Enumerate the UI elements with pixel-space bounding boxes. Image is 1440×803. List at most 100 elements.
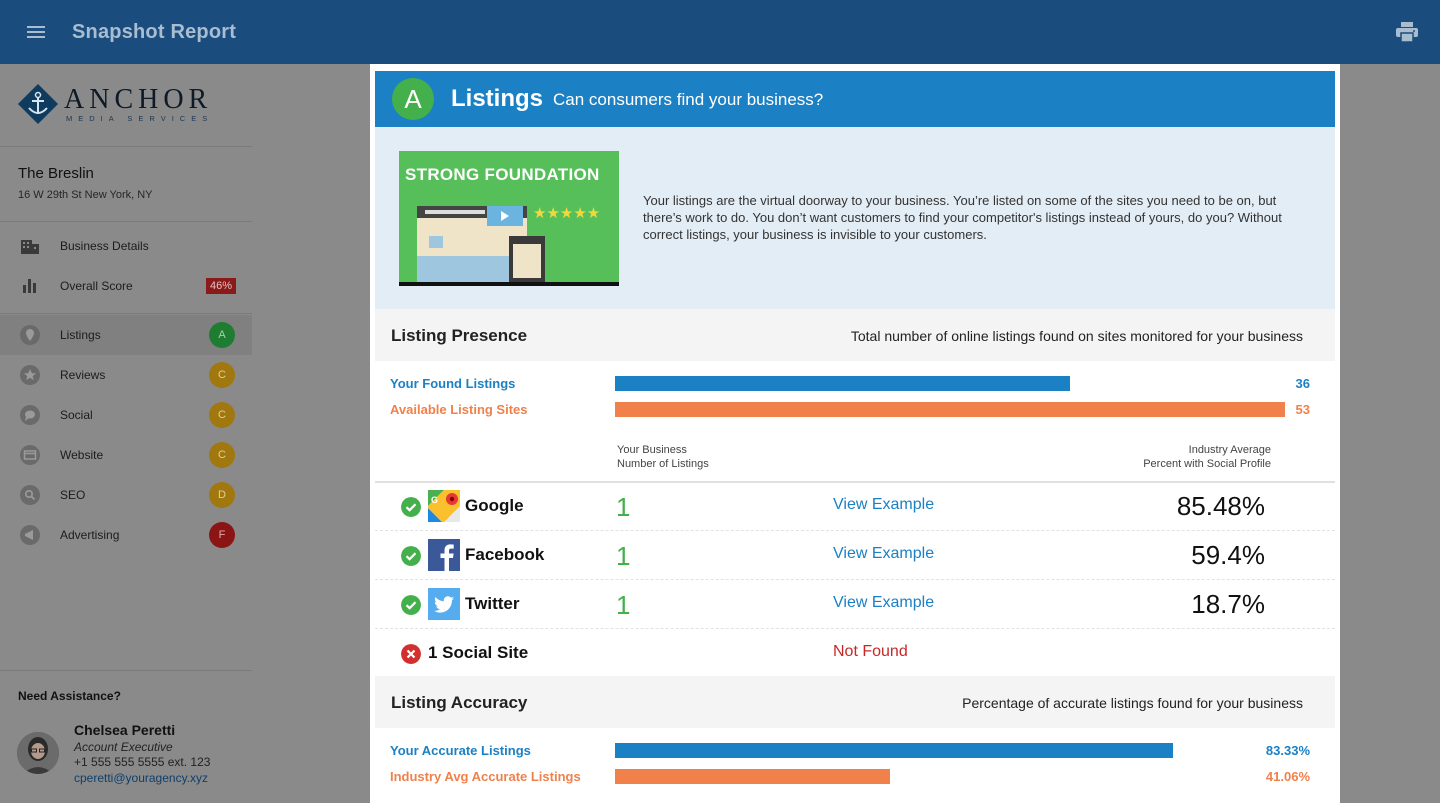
- map-pin-icon: [20, 325, 40, 345]
- section-title: Listing Presence: [391, 326, 528, 345]
- card-title: Listings: [451, 85, 544, 112]
- print-icon: [1396, 22, 1418, 43]
- found-listings-bar-fill: [615, 376, 1071, 391]
- found-listings-bar: [615, 376, 1285, 391]
- site-name: Google: [465, 496, 524, 515]
- view-example-link[interactable]: View Example: [833, 545, 934, 563]
- check-icon: [401, 546, 421, 566]
- grade-badge: C: [209, 442, 235, 468]
- search-icon: [20, 485, 40, 505]
- business-address: 16 W 29th St New York, NY: [18, 189, 153, 201]
- svg-text:G: G: [431, 495, 438, 505]
- sidebar-item-label: Overall Score: [60, 279, 133, 293]
- column-header-line: Percent with Social Profile: [1143, 458, 1271, 470]
- logo-subtitle: MEDIA SERVICES: [66, 114, 214, 123]
- browser-icon: [20, 445, 40, 465]
- sidebar-item-social[interactable]: Social C: [0, 395, 252, 435]
- industry-accurate-label: Industry Avg Accurate Listings: [390, 769, 581, 784]
- column-header-line: Number of Listings: [617, 458, 709, 470]
- sidebar-item-seo[interactable]: SEO D: [0, 475, 252, 515]
- card-header: A Listings Can consumers find your busin…: [375, 71, 1335, 127]
- column-header-industry: Industry Average Percent with Social Pro…: [1143, 443, 1271, 471]
- sidebar-item-label: Reviews: [60, 368, 106, 382]
- accurate-listings-bar-fill: [615, 743, 1174, 758]
- column-header-line: Industry Average: [1188, 444, 1271, 456]
- grade-badge: C: [209, 402, 235, 428]
- listings-card: A Listings Can consumers find your busin…: [370, 64, 1340, 803]
- available-sites-bar: [615, 402, 1285, 417]
- sidebar-item-website[interactable]: Website C: [0, 435, 252, 475]
- divider: [0, 670, 252, 671]
- industry-percent: 18.7%: [1191, 589, 1265, 619]
- intro-panel: STRONG FOUNDATION ★★★★★ Your listings ar…: [375, 127, 1335, 309]
- section-title: Listing Accuracy: [391, 693, 528, 712]
- section-description: Percentage of accurate listings found fo…: [962, 695, 1303, 711]
- overall-score-badge: 46%: [205, 278, 236, 294]
- sidebar-item-label: Business Details: [60, 239, 149, 253]
- twitter-icon: [428, 588, 460, 620]
- sidebar-item-label: SEO: [60, 488, 86, 502]
- print-button[interactable]: [1396, 22, 1418, 43]
- table-row-google: G Google 1 View Example 85.48%: [375, 482, 1335, 531]
- chat-bubble-icon: [20, 405, 40, 425]
- rep-name: Chelsea Peretti: [74, 722, 176, 738]
- svg-text:★★★★★: ★★★★★: [533, 204, 600, 222]
- sidebar-item-listings[interactable]: Listings A: [0, 315, 252, 355]
- strong-foundation-image: STRONG FOUNDATION ★★★★★: [399, 151, 619, 286]
- grade-badge: A: [209, 322, 235, 348]
- listing-count: 1: [616, 492, 631, 522]
- view-example-link[interactable]: View Example: [833, 496, 934, 514]
- logo-name: ANCHOR: [64, 84, 213, 115]
- column-header-business: Your Business Number of Listings: [617, 443, 709, 471]
- accurate-listings-bar: [615, 743, 1285, 758]
- accurate-listings-label: Your Accurate Listings: [390, 743, 531, 758]
- business-name: The Breslin: [18, 165, 94, 182]
- industry-accurate-bar: [615, 769, 1285, 784]
- site-name: 1 Social Site: [428, 643, 529, 662]
- avatar: [17, 732, 59, 774]
- sidebar-item-label: Advertising: [60, 528, 120, 542]
- available-sites-bar-fill: [615, 402, 1285, 417]
- listing-illustration-icon: ★★★★★: [417, 204, 600, 282]
- industry-percent: 59.4%: [1191, 540, 1265, 570]
- divider: [0, 146, 252, 147]
- found-listings-value: 36: [1295, 376, 1310, 391]
- top-app-bar: Snapshot Report: [0, 0, 1440, 64]
- view-example-link[interactable]: View Example: [833, 594, 934, 612]
- not-found-status: Not Found: [833, 643, 908, 660]
- intro-text: Your listings are the virtual doorway to…: [643, 193, 1282, 242]
- hamburger-icon: [27, 26, 45, 38]
- google-maps-icon: G: [428, 490, 460, 522]
- section-description: Total number of online listings found on…: [850, 328, 1303, 344]
- app-title: Snapshot Report: [72, 20, 237, 43]
- promo-text: STRONG FOUNDATION: [405, 165, 600, 184]
- listing-count: 1: [616, 590, 631, 620]
- rep-email-link[interactable]: cperetti@youragency.xyz: [74, 771, 208, 785]
- grade-badge: F: [209, 522, 235, 548]
- assistance-title: Need Assistance?: [18, 689, 121, 703]
- star-icon: [20, 365, 40, 385]
- table-row-facebook: Facebook 1 View Example 59.4%: [375, 531, 1335, 580]
- sidebar-item-label: Social: [60, 408, 93, 422]
- industry-percent: 85.48%: [1176, 491, 1265, 521]
- rep-phone: +1 555 555 5555 ext. 123: [74, 755, 211, 769]
- found-listings-label: Your Found Listings: [390, 376, 516, 391]
- sidebar-item-label: Website: [60, 448, 104, 462]
- sidebar-item-business-details[interactable]: Business Details: [0, 226, 252, 266]
- sidebar-item-reviews[interactable]: Reviews C: [0, 355, 252, 395]
- industry-accurate-value: 41.06%: [1265, 769, 1310, 784]
- rep-role: Account Executive: [74, 740, 173, 754]
- building-icon: [20, 236, 40, 256]
- check-icon: [401, 595, 421, 615]
- grade-badge: C: [209, 362, 235, 388]
- sidebar-item-overall-score[interactable]: Overall Score 46%: [0, 266, 252, 306]
- agency-logo: ANCHOR MEDIA SERVICES: [18, 82, 218, 126]
- available-sites-label: Available Listing Sites: [390, 402, 528, 417]
- listing-presence-header: Listing Presence Total number of online …: [375, 309, 1335, 361]
- table-row-missing-social: 1 Social Site Not Found: [375, 629, 1335, 678]
- error-icon: [401, 644, 421, 664]
- card-subtitle: Can consumers find your business?: [553, 90, 824, 109]
- menu-button[interactable]: [0, 0, 72, 64]
- available-sites-value: 53: [1295, 402, 1310, 417]
- sidebar-item-advertising[interactable]: Advertising F: [0, 515, 252, 555]
